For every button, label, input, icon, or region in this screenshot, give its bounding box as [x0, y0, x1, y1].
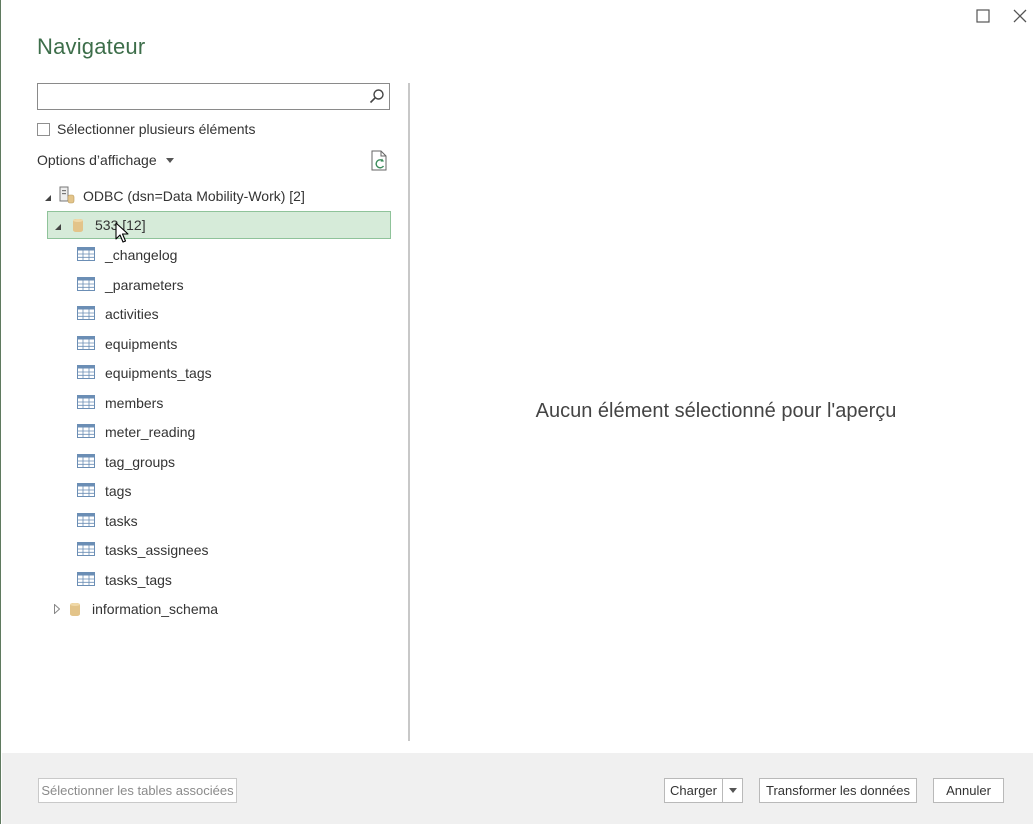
table-icon: [77, 394, 95, 412]
table-icon: [77, 246, 95, 264]
expanded-arrow-icon[interactable]: [45, 195, 51, 201]
refresh-icon: [371, 150, 387, 171]
table-label: _changelog: [105, 247, 178, 263]
table-label: equipments_tags: [105, 365, 212, 381]
search-icon[interactable]: [369, 88, 385, 109]
close-icon: [1013, 9, 1027, 23]
transform-data-button[interactable]: Transformer les données: [759, 778, 917, 803]
table-icon: [77, 453, 95, 471]
close-button[interactable]: [1010, 6, 1030, 26]
table-label: members: [105, 395, 164, 411]
table-label: tasks_assignees: [105, 542, 209, 558]
search-box[interactable]: [37, 83, 390, 110]
table-label: tasks_tags: [105, 572, 172, 588]
table-icon: [77, 482, 95, 500]
table-label: tags: [105, 483, 132, 499]
tree-node-table[interactable]: tasks: [77, 507, 138, 535]
tree-node-label: ODBC (dsn=Data Mobility-Work) [2]: [83, 188, 305, 204]
table-icon: [77, 335, 95, 353]
tree-node-odbc[interactable]: ODBC (dsn=Data Mobility-Work) [2]: [45, 182, 305, 210]
collapsed-arrow-icon[interactable]: [54, 601, 61, 617]
table-label: equipments: [105, 336, 178, 352]
table-icon: [77, 276, 95, 294]
tree-node-table[interactable]: tasks_assignees: [77, 536, 209, 564]
navigator-dialog: Navigateur Sélectionner plusieurs élémen…: [0, 0, 1033, 824]
chevron-down-icon: [728, 788, 737, 793]
table-icon: [77, 364, 95, 382]
table-icon: [77, 541, 95, 559]
preview-empty-message: Aucun élément sélectionné pour l'aperçu: [535, 400, 897, 422]
tree-node-table[interactable]: tasks_tags: [77, 566, 172, 594]
table-icon: [77, 423, 95, 441]
table-label: _parameters: [105, 277, 184, 293]
tree-node-table[interactable]: members: [77, 389, 163, 417]
tree-node-label: information_schema: [92, 601, 219, 617]
tree-node-table[interactable]: equipments_tags: [77, 359, 212, 387]
table-label: activities: [105, 306, 159, 322]
database-icon: [70, 602, 80, 616]
tree-node-table[interactable]: _parameters: [77, 271, 184, 299]
load-options-dropdown[interactable]: [722, 778, 743, 803]
database-icon: [73, 218, 83, 232]
tree-node-table[interactable]: equipments: [77, 330, 177, 358]
dialog-title: Navigateur: [37, 34, 146, 59]
tree-node-schema-533[interactable]: 533 [12]: [47, 211, 391, 239]
tree-node-table[interactable]: activities: [77, 300, 159, 328]
multi-select-label: Sélectionner plusieurs éléments: [57, 121, 256, 137]
table-icon: [77, 571, 95, 589]
maximize-icon: [976, 9, 990, 23]
tree-node-information-schema[interactable]: information_schema: [54, 595, 218, 623]
chevron-down-icon: [165, 158, 174, 163]
maximize-button[interactable]: [973, 6, 993, 26]
refresh-button[interactable]: [370, 150, 390, 177]
table-label: tag_groups: [105, 454, 176, 470]
select-related-tables-button[interactable]: Sélectionner les tables associées: [38, 778, 237, 803]
multi-select-checkbox[interactable]: [37, 122, 50, 136]
search-input[interactable]: [38, 84, 370, 109]
multi-select-option[interactable]: Sélectionner plusieurs éléments: [37, 121, 255, 137]
mouse-cursor-icon: [115, 222, 129, 249]
load-button[interactable]: Charger: [664, 778, 723, 803]
view-options-dropdown[interactable]: Options d’affichage: [37, 152, 174, 168]
tree-node-table[interactable]: tag_groups: [77, 448, 175, 476]
table-icon: [77, 512, 95, 530]
view-options-label: Options d’affichage: [37, 152, 157, 168]
table-icon: [77, 305, 95, 323]
cancel-button[interactable]: Annuler: [933, 778, 1004, 803]
table-label: meter_reading: [105, 424, 196, 440]
table-label: tasks: [105, 513, 138, 529]
tree-node-table[interactable]: tags: [77, 477, 131, 505]
tree-node-table[interactable]: meter_reading: [77, 418, 195, 446]
odbc-server-icon: [59, 186, 75, 207]
expanded-arrow-icon[interactable]: [55, 224, 61, 230]
